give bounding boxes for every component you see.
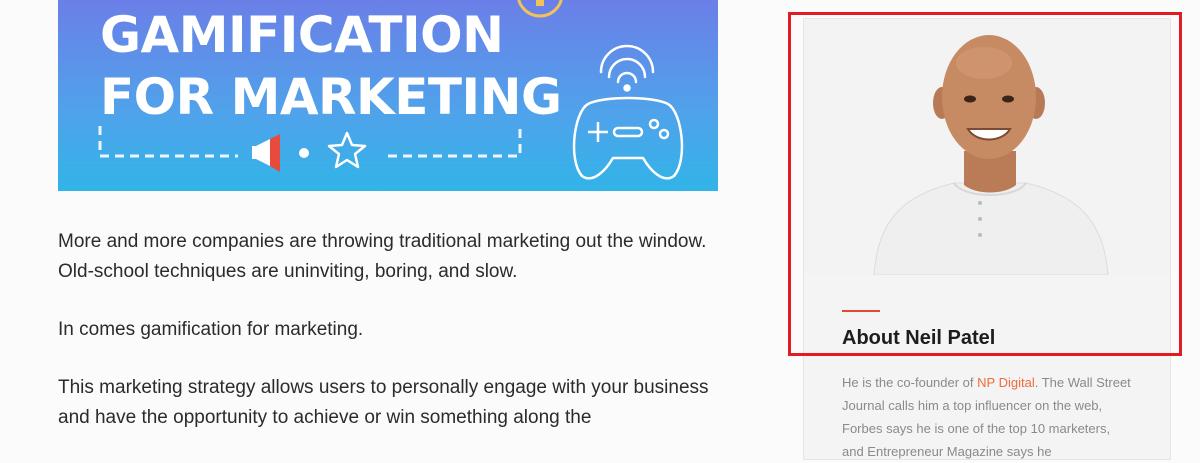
author-card-title: About Neil Patel — [842, 327, 996, 349]
star-icon — [327, 131, 367, 169]
gamepad-icon — [572, 96, 684, 180]
bio-text: He is the co-founder of — [842, 375, 978, 390]
hero-graphics — [98, 0, 684, 180]
author-photo — [804, 19, 1170, 275]
megaphone-icon — [252, 134, 280, 172]
hero-banner: GAMIFICATION FOR MARKETING — [58, 0, 718, 191]
accent-line — [842, 310, 880, 312]
article-paragraph: In comes gamification for marketing. — [58, 319, 364, 340]
author-bio: He is the co-founder of NP Digital. The … — [842, 371, 1132, 463]
dashed-frame — [98, 126, 522, 158]
np-digital-link[interactable]: NP Digital — [977, 375, 1035, 390]
trophy-icon — [517, 0, 563, 18]
article-paragraph: More and more companies are throwing tra… — [58, 231, 707, 282]
author-card: About Neil Patel He is the co-founder of… — [803, 18, 1171, 460]
wifi-icon — [599, 44, 655, 92]
article-paragraph: This marketing strategy allows users to … — [58, 377, 709, 428]
dot-icon — [299, 148, 309, 158]
article-body: More and more companies are throwing tra… — [58, 227, 738, 461]
author-portrait — [873, 35, 1109, 275]
